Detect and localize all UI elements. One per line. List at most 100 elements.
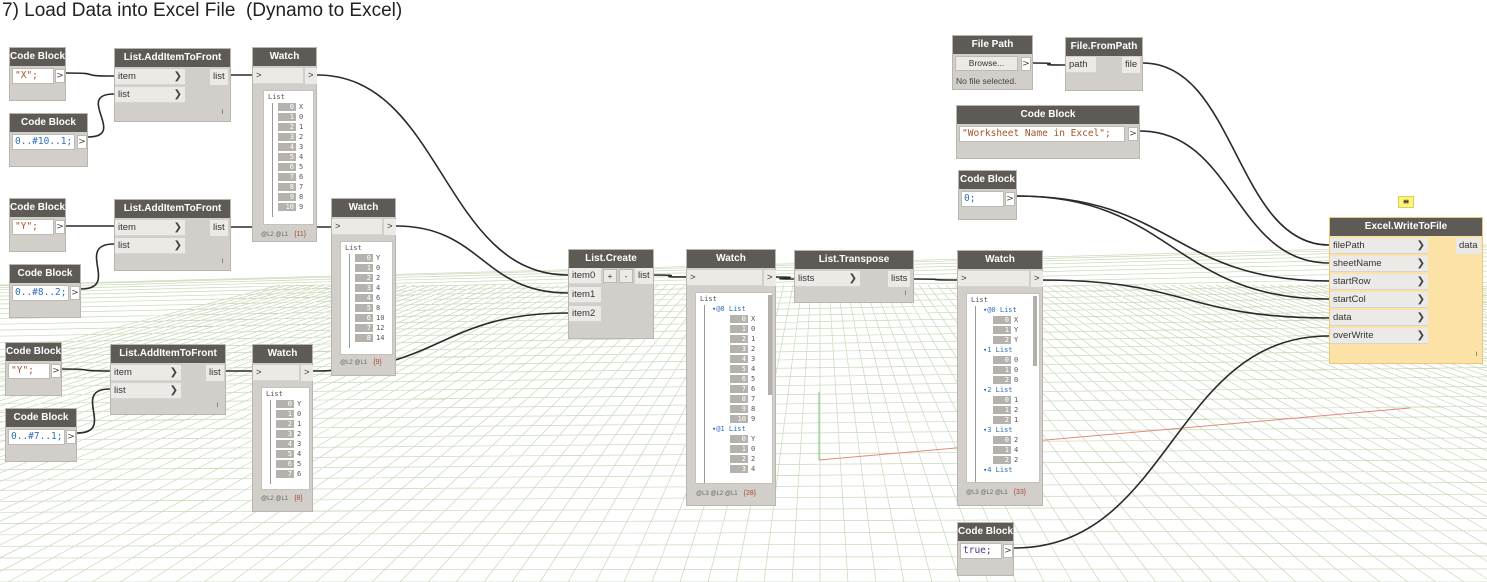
output-port-list[interactable]: list xyxy=(206,365,224,381)
code-block-y-2-range[interactable]: Code Block 0..#7..1; > xyxy=(5,408,77,462)
input-port-path[interactable]: path xyxy=(1066,57,1096,73)
input-port-overwrite[interactable]: overWrite ❯ xyxy=(1330,328,1428,344)
code-block-true[interactable]: Code Block true; > xyxy=(957,522,1014,576)
browse-button[interactable]: Browse... xyxy=(955,56,1018,71)
output-port[interactable]: > xyxy=(384,219,396,235)
add-input-button[interactable]: + xyxy=(603,269,617,283)
output-port[interactable]: > xyxy=(1031,271,1043,287)
output-port-list[interactable]: list xyxy=(210,220,228,236)
watch-node-5[interactable]: Watch > > List ▾@0 List 0 X 1 Y 2 Y ▾1 List 0 0 1 0 2… xyxy=(957,250,1043,506)
item-index: 1 xyxy=(276,410,294,418)
input-port[interactable]: > xyxy=(958,271,1029,287)
list-item: 10 xyxy=(730,325,755,333)
item-index: 0 xyxy=(993,316,1011,324)
input-port-list[interactable]: list ❯ xyxy=(115,238,185,254)
output-port[interactable]: > xyxy=(1128,127,1138,141)
note-icon[interactable]: ≡ xyxy=(1398,196,1414,208)
code-text[interactable]: 0..#8..2; xyxy=(12,285,69,301)
watch-output-panel[interactable]: List 0 X 1 0 2 1 3 2 4 3 5 4 6 5 7 6 8 7 9 8 10 9 xyxy=(263,90,314,225)
input-port[interactable]: > xyxy=(253,365,299,381)
output-port-list[interactable]: list xyxy=(635,268,653,284)
output-port[interactable]: > xyxy=(1005,192,1015,206)
code-block-sheet-name[interactable]: Code Block "Worksheet Name in Excel"; > xyxy=(956,105,1140,159)
output-port[interactable]: > xyxy=(1021,57,1031,71)
scrollbar[interactable] xyxy=(1033,296,1037,366)
list-label: List xyxy=(268,93,285,101)
output-port-list[interactable]: list xyxy=(210,69,228,85)
code-block-x[interactable]: Code Block "X"; > xyxy=(9,47,66,101)
input-port-filepath[interactable]: filePath ❯ xyxy=(1330,238,1428,254)
watch-node-2[interactable]: Watch > > List 0 Y 1 0 2 2 3 4 4 6 5 8 6 10 7 12 8 14 @L2 … xyxy=(331,198,396,376)
file-from-path-node[interactable]: File.FromPath path file xyxy=(1065,37,1143,91)
watch-node-1[interactable]: Watch > > List 0 X 1 0 2 1 3 2 4 3 5 4 6 5 7 6 8 7 9 8 10 9 @L… xyxy=(252,47,317,242)
input-port[interactable]: > xyxy=(253,68,303,84)
output-port[interactable]: > xyxy=(1003,544,1013,558)
watch-output-panel[interactable]: List 0 Y 1 0 2 2 3 4 4 6 5 8 6 10 7 12 8 14 xyxy=(340,241,393,355)
list-transpose-node[interactable]: List.Transpose lists ❯ lists l xyxy=(794,250,914,303)
input-port-item[interactable]: item ❯ xyxy=(111,365,181,381)
file-path-node[interactable]: File Path Browse... > No file selected. xyxy=(952,35,1033,90)
output-port[interactable]: > xyxy=(55,69,65,83)
list-item: 10 xyxy=(278,113,303,121)
item-index: 7 xyxy=(355,324,373,332)
node-header: Watch xyxy=(253,345,312,363)
output-port[interactable]: > xyxy=(66,430,76,444)
input-port-list[interactable]: list ❯ xyxy=(111,383,181,399)
watch-output-panel[interactable]: List ▾@0 List 0 X 1 Y 2 Y ▾1 List 0 0 1 0 2 0 ▾2 List 0 1… xyxy=(966,293,1040,483)
output-port[interactable]: > xyxy=(305,68,317,84)
input-port-item[interactable]: item ❯ xyxy=(115,220,185,236)
watch-output-panel[interactable]: List ▾@0 List 0 X 1 0 2 1 3 2 4 3 5 4 6 5 7 6 8 7 9 8 10 9 ▾@1 L… xyxy=(695,292,773,484)
watch-node-4[interactable]: Watch > > List ▾@0 List 0 X 1 0 2 1 3 2 4 3 5 4 6 5 7 6 8 7… xyxy=(686,249,776,506)
input-port-item1[interactable]: item1 xyxy=(569,287,601,303)
node-header: Excel.WriteToFile xyxy=(1330,218,1482,236)
code-text[interactable]: "Worksheet Name in Excel"; xyxy=(959,126,1125,142)
output-port-file[interactable]: file xyxy=(1122,57,1141,73)
output-port[interactable]: > xyxy=(55,220,65,234)
input-port-sheetname[interactable]: sheetName ❯ xyxy=(1330,256,1428,272)
input-port-item2[interactable]: item2 xyxy=(569,306,601,322)
input-port-list[interactable]: list ❯ xyxy=(115,87,185,103)
input-port[interactable]: > xyxy=(687,270,762,286)
excel-write-to-file-node[interactable]: Excel.WriteToFile filePath ❯ sheetName ❯ s… xyxy=(1329,217,1483,364)
input-port[interactable]: > xyxy=(332,219,382,235)
code-block-y-2[interactable]: Code Block "Y"; > xyxy=(5,342,62,396)
code-text[interactable]: true; xyxy=(960,543,1002,559)
code-block-y-1-range[interactable]: Code Block 0..#8..2; > xyxy=(9,264,81,318)
output-port[interactable]: > xyxy=(301,365,313,381)
input-port-item0[interactable]: item0 xyxy=(569,268,601,284)
item-index: 5 xyxy=(278,153,296,161)
item-index: 4 xyxy=(278,143,296,151)
code-text[interactable]: 0..#10..1; xyxy=(12,134,75,150)
input-port-startcol[interactable]: startCol ❯ xyxy=(1330,292,1428,308)
scrollbar[interactable] xyxy=(768,295,772,395)
list-add-item-to-front-1[interactable]: List.AddItemToFront item ❯ list ❯ list l xyxy=(114,48,231,122)
item-index: 3 xyxy=(730,465,748,473)
output-port-lists[interactable]: lists xyxy=(888,271,911,287)
code-text[interactable]: "Y"; xyxy=(12,219,54,235)
code-block-y-1[interactable]: Code Block "Y"; > xyxy=(9,198,66,252)
input-port-lists[interactable]: lists ❯ xyxy=(795,271,860,287)
input-port-startrow[interactable]: startRow ❯ xyxy=(1330,274,1428,290)
code-text[interactable]: 0..#7..1; xyxy=(8,429,65,445)
item-index: 3 xyxy=(278,133,296,141)
output-port[interactable]: > xyxy=(764,270,776,286)
code-block-zero[interactable]: Code Block 0; > xyxy=(958,170,1017,220)
remove-input-button[interactable]: - xyxy=(619,269,633,283)
output-port[interactable]: > xyxy=(51,364,61,378)
code-text[interactable]: "X"; xyxy=(12,68,54,84)
code-text[interactable]: "Y"; xyxy=(8,363,50,379)
input-port-data[interactable]: data ❯ xyxy=(1330,310,1428,326)
watch-output-panel[interactable]: List 0 Y 1 0 2 1 3 2 4 3 5 4 6 5 7 6 xyxy=(261,387,310,490)
list-add-item-to-front-3[interactable]: List.AddItemToFront item ❯ list ❯ list l xyxy=(110,344,226,415)
watch-node-3[interactable]: Watch > > List 0 Y 1 0 2 1 3 2 4 3 5 4 6 5 7 6 @L2 @L1 {8… xyxy=(252,344,313,512)
code-text[interactable]: 0; xyxy=(961,191,1004,207)
sublist-label: ▾3 List xyxy=(983,426,1013,434)
output-port[interactable]: > xyxy=(70,286,80,300)
input-port-item[interactable]: item ❯ xyxy=(115,69,185,85)
output-port-data[interactable]: data xyxy=(1456,238,1481,254)
output-port[interactable]: > xyxy=(77,135,87,149)
code-block-x-range[interactable]: Code Block 0..#10..1; > xyxy=(9,113,88,167)
list-add-item-to-front-2[interactable]: List.AddItemToFront item ❯ list ❯ list l xyxy=(114,199,231,271)
list-item: 32 xyxy=(276,430,301,438)
list-create-node[interactable]: List.Create item0 + - list item1 item2 xyxy=(568,249,654,339)
